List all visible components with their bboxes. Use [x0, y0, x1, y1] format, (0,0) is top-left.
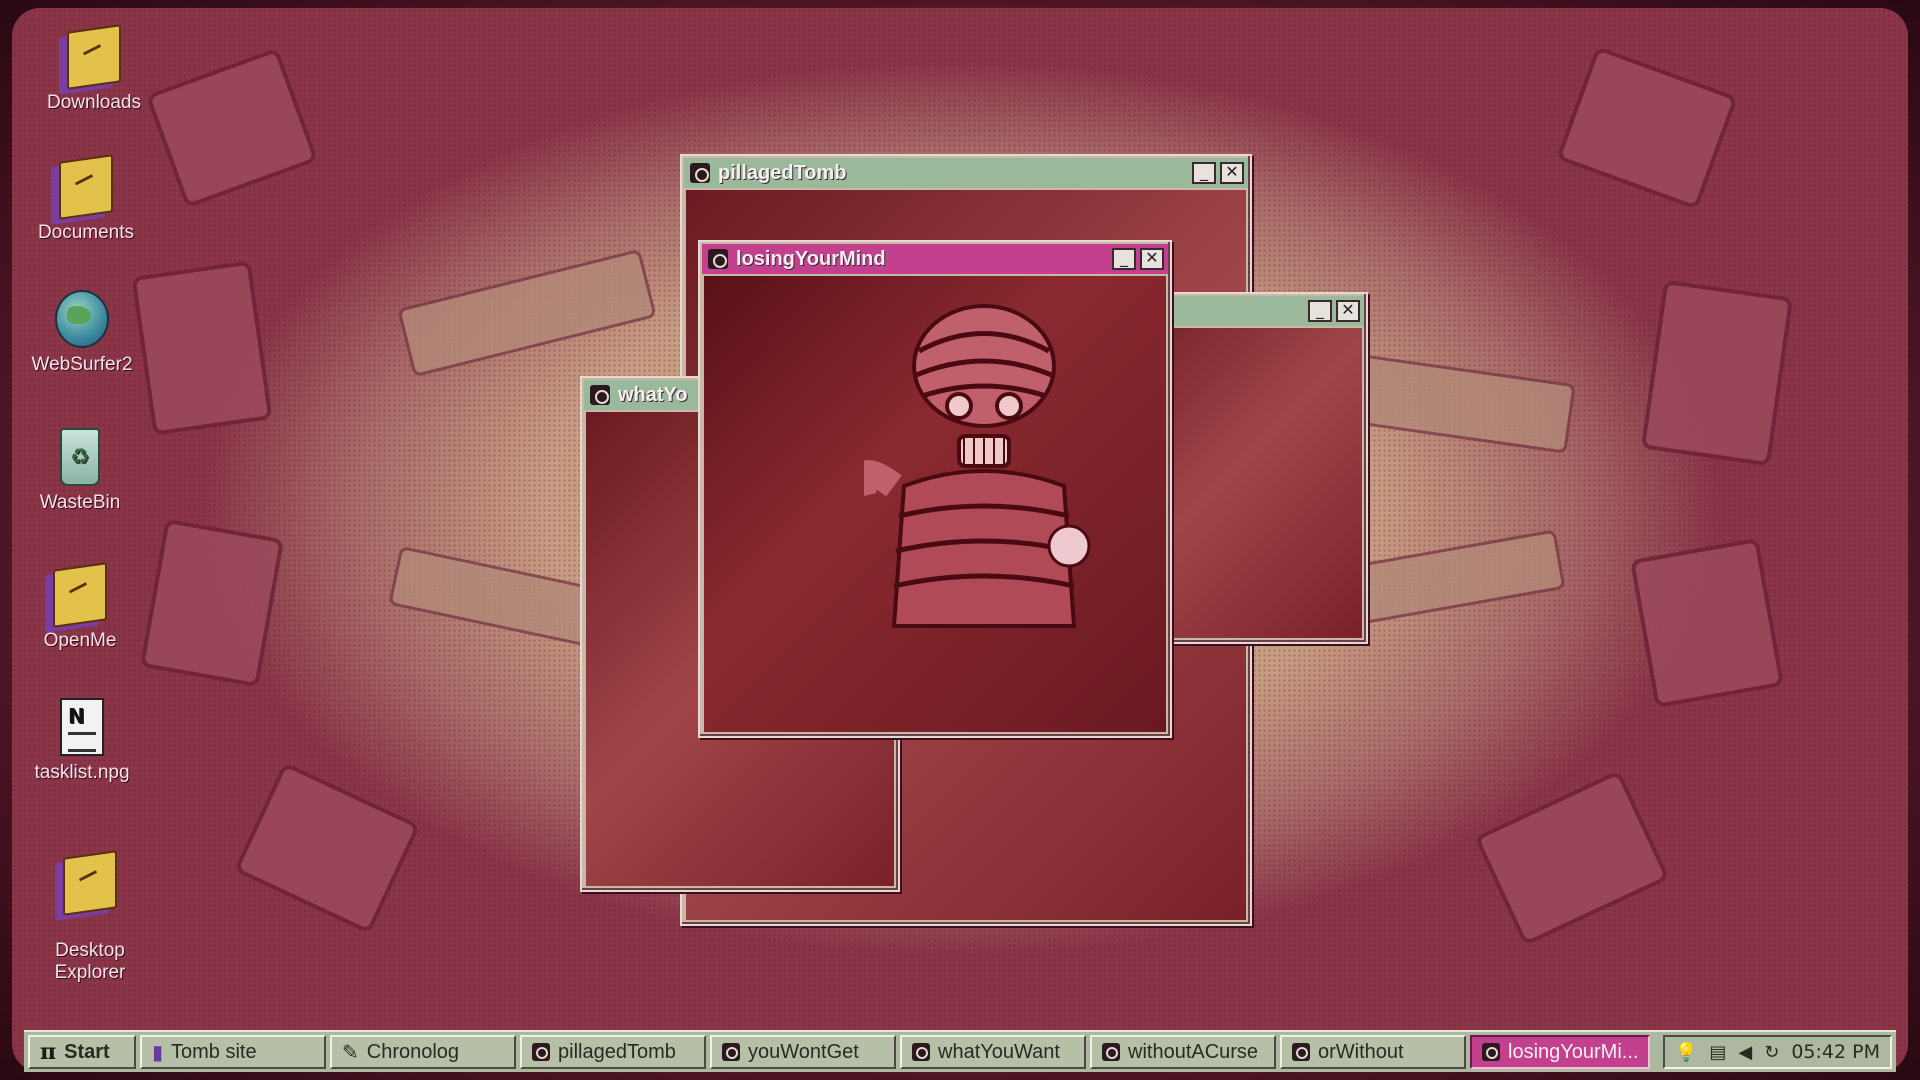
pen-icon: ✎	[342, 1040, 359, 1064]
window-losing-your-mind[interactable]: losingYourMind _ ✕	[698, 240, 1172, 738]
crt-screen-frame: Downloads Documents WebSurfer2 WasteBin …	[0, 0, 1920, 1080]
window-icon	[532, 1043, 550, 1061]
window-icon	[912, 1043, 930, 1061]
start-button[interactable]: π Start	[28, 1035, 136, 1069]
desktop-icon-label: WasteBin	[39, 492, 121, 513]
system-tray: 💡 ▤ ◀ ↻ 05:42 PM	[1662, 1035, 1892, 1069]
recycle-bin-icon	[60, 428, 100, 486]
desktop-icon-label: tasklist.npg	[34, 762, 130, 783]
window-icon	[722, 1043, 740, 1061]
folder-icon	[67, 24, 121, 90]
desktop-icon-wastebin[interactable]: WasteBin	[20, 428, 140, 514]
app-icon	[690, 163, 710, 183]
taskbar-item-without-a-curse[interactable]: withoutACurse	[1090, 1035, 1276, 1069]
stone-arm	[1338, 352, 1576, 454]
desktop-icon-downloads[interactable]: Downloads	[34, 24, 154, 114]
folder-icon	[63, 850, 117, 916]
stone-block	[233, 761, 421, 935]
desktop-icon-label: Downloads	[47, 92, 141, 113]
taskbar-item-losing-your-mind[interactable]: losingYourMi...	[1470, 1035, 1650, 1069]
start-logo-icon: π	[40, 1039, 57, 1065]
taskbar-item-pillaged-tomb[interactable]: pillagedTomb	[520, 1035, 706, 1069]
network-card-icon[interactable]: ▤	[1709, 1042, 1726, 1063]
window-icon	[1482, 1043, 1500, 1061]
desktop-icon-desktop-explorer[interactable]: Desktop Explorer	[30, 832, 150, 1006]
taskbar-item-label: orWithout	[1318, 1040, 1404, 1063]
taskbar-item-label: youWontGet	[748, 1040, 859, 1063]
app-icon	[590, 385, 610, 405]
lightbulb-icon[interactable]: 💡	[1675, 1042, 1697, 1063]
book-icon: ▮	[152, 1040, 164, 1064]
app-icon	[708, 249, 728, 269]
desktop-icon-label: OpenMe	[43, 630, 117, 651]
window-icon	[1292, 1043, 1310, 1061]
refresh-icon[interactable]: ↻	[1764, 1042, 1779, 1063]
taskbar-item-you-wont-get[interactable]: youWontGet	[710, 1035, 896, 1069]
stone-block	[131, 260, 273, 436]
taskbar-item-label: losingYourMi...	[1508, 1040, 1639, 1063]
desktop-icon-tasklist[interactable]: tasklist.npg	[22, 698, 142, 784]
window-title: pillagedTomb	[718, 161, 847, 184]
stone-block	[1629, 537, 1785, 709]
taskbar-item-label: Tomb site	[171, 1040, 257, 1063]
close-button[interactable]: ✕	[1140, 248, 1164, 270]
minimize-button[interactable]: _	[1192, 162, 1216, 184]
locked-folder-icon	[53, 562, 107, 628]
window-title: whatYo	[618, 383, 688, 406]
taskbar-item-label: whatYouWant	[938, 1040, 1060, 1063]
window-titlebar[interactable]: pillagedTomb _ ✕	[684, 158, 1248, 188]
taskbar-item-chronolog[interactable]: ✎ Chronolog	[330, 1035, 516, 1069]
window-content-image	[704, 276, 1166, 732]
start-label: Start	[64, 1040, 110, 1063]
taskbar-item-tomb-site[interactable]: ▮ Tomb site	[140, 1035, 326, 1069]
desktop-icon-documents[interactable]: Documents	[26, 154, 146, 244]
close-button[interactable]: ✕	[1220, 162, 1244, 184]
taskbar-item-label: Chronolog	[366, 1040, 460, 1063]
stone-block	[1474, 769, 1670, 947]
stone-arm	[397, 248, 657, 378]
desktop[interactable]: Downloads Documents WebSurfer2 WasteBin …	[12, 8, 1908, 1072]
taskbar-item-label: withoutACurse	[1128, 1040, 1259, 1063]
stone-block	[1556, 45, 1738, 211]
desktop-icon-label: Documents	[37, 222, 135, 243]
speaker-icon[interactable]: ◀	[1738, 1042, 1752, 1063]
folder-icon	[59, 154, 113, 220]
taskbar: π Start ▮ Tomb site ✎ Chronolog pillaged…	[24, 1030, 1896, 1072]
desktop-icon-websurfer2[interactable]: WebSurfer2	[22, 290, 142, 376]
mummy-illustration	[864, 304, 1091, 628]
desktop-icon-label: WebSurfer2	[31, 354, 133, 375]
minimize-button[interactable]: _	[1112, 248, 1136, 270]
stone-arm	[1338, 529, 1566, 627]
stone-block	[1640, 279, 1794, 467]
desktop-icon-openme[interactable]: OpenMe	[20, 562, 140, 652]
window-title: losingYourMind	[736, 247, 886, 270]
stone-block	[145, 47, 319, 209]
window-icon	[1102, 1043, 1120, 1061]
desktop-icon-label: Desktop Explorer	[54, 940, 126, 983]
clock: 05:42 PM	[1791, 1041, 1880, 1063]
taskbar-item-or-without[interactable]: orWithout	[1280, 1035, 1466, 1069]
stone-block	[139, 518, 285, 688]
minimize-button[interactable]: _	[1308, 300, 1332, 322]
notepad-icon	[60, 698, 104, 756]
taskbar-item-label: pillagedTomb	[558, 1040, 676, 1063]
taskbar-item-what-you-want[interactable]: whatYouWant	[900, 1035, 1086, 1069]
globe-icon	[55, 290, 109, 348]
close-button[interactable]: ✕	[1336, 300, 1360, 322]
window-titlebar[interactable]: losingYourMind _ ✕	[702, 244, 1168, 274]
